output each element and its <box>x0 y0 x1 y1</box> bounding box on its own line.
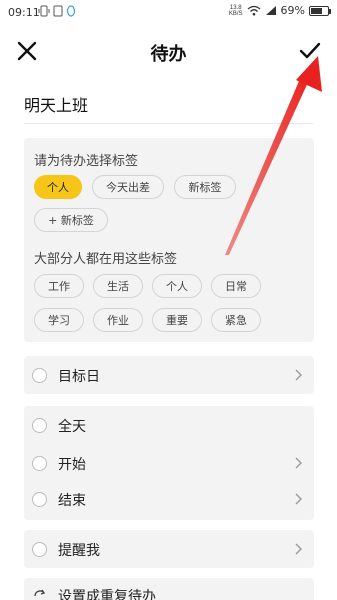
vibrate-icon <box>38 5 50 17</box>
check-icon <box>299 42 321 59</box>
tag-selection-card: 请为待办选择标签 个人 今天出差 新标签 + 新标签 大部分人都在用这些标签 工… <box>24 138 314 342</box>
start-label: 开始 <box>58 457 86 473</box>
confirm-button[interactable] <box>297 38 323 64</box>
todo-title-input[interactable]: 明天上班 <box>24 92 88 116</box>
end-label: 结束 <box>58 493 86 509</box>
popular-tag-chip[interactable]: 重要 <box>152 308 202 332</box>
all-day-label: 全天 <box>58 419 86 435</box>
sim-icon <box>53 5 63 17</box>
chevron-right-icon <box>295 369 302 381</box>
tag-prompt: 请为待办选择标签 <box>34 154 139 169</box>
end-row[interactable]: 结束 <box>24 480 314 518</box>
tag-chip[interactable]: 今天出差 <box>92 175 164 199</box>
target-day-row[interactable]: 目标日 <box>24 356 314 394</box>
wifi-icon <box>247 5 260 16</box>
all-day-radio[interactable] <box>32 418 47 433</box>
network-speed: 13.8 KB/S <box>229 5 243 17</box>
signal-icon <box>265 6 276 15</box>
tag-chip[interactable]: 新标签 <box>174 175 236 199</box>
target-day-label: 目标日 <box>58 369 100 385</box>
repeat-label: 设置成重复待办 <box>58 589 156 600</box>
repeat-icon <box>34 589 46 597</box>
popular-tag-chip[interactable]: 生活 <box>93 274 143 298</box>
divider <box>24 123 313 124</box>
all-day-row[interactable]: 全天 <box>24 406 314 444</box>
chevron-right-icon <box>295 457 302 469</box>
popular-tag-chip[interactable]: 日常 <box>211 274 261 298</box>
popular-tag-chip[interactable]: 学习 <box>34 308 84 332</box>
start-row[interactable]: 开始 <box>24 444 314 482</box>
remind-label: 提醒我 <box>58 543 100 559</box>
header: 待办 <box>0 30 337 74</box>
tag-chip[interactable]: 个人 <box>34 175 82 199</box>
popular-tag-chip[interactable]: 紧急 <box>211 308 261 332</box>
popular-tag-chip[interactable]: 作业 <box>93 308 143 332</box>
status-time: 09:11 <box>8 6 40 19</box>
remind-row[interactable]: 提醒我 <box>24 530 314 568</box>
chevron-right-icon <box>295 543 302 555</box>
remind-radio[interactable] <box>32 542 47 557</box>
end-radio[interactable] <box>32 492 47 507</box>
battery-percent: 69% <box>280 4 305 17</box>
popular-tag-chip[interactable]: 个人 <box>152 274 202 298</box>
target-day-radio[interactable] <box>32 368 47 383</box>
page-title: 待办 <box>150 44 187 65</box>
qq-icon <box>66 5 76 17</box>
network-speed-value: 13.8 <box>229 4 242 11</box>
chevron-right-icon <box>295 493 302 505</box>
repeat-row[interactable]: 设置成重复待办 <box>24 578 314 600</box>
status-icons <box>38 5 76 17</box>
popular-tag-chip[interactable]: 工作 <box>34 274 84 298</box>
start-radio[interactable] <box>32 456 47 471</box>
network-speed-unit: KB/S <box>228 10 243 17</box>
popular-tags-prompt: 大部分人都在用这些标签 <box>34 252 178 267</box>
status-bar: 09:11 13.8 KB/S 69% <box>0 0 337 24</box>
battery-icon <box>309 5 331 16</box>
add-tag-button[interactable]: + 新标签 <box>34 208 108 232</box>
